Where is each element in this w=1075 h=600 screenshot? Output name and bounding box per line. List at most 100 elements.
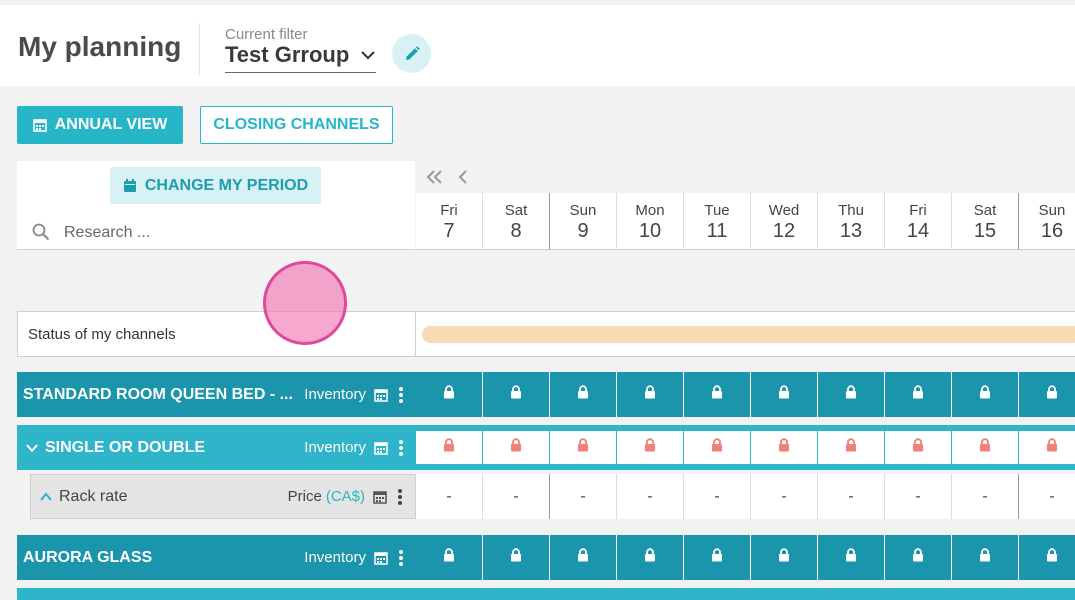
lock-icon: [777, 548, 791, 567]
kebab-menu-icon[interactable]: [397, 488, 403, 506]
day-number: 14: [906, 220, 930, 242]
inventory-cell[interactable]: [617, 535, 684, 580]
day-header: Tue 11: [684, 193, 751, 250]
inventory-cell[interactable]: [483, 431, 549, 464]
touch-indicator: [263, 261, 347, 345]
chevron-up-icon[interactable]: [39, 490, 53, 504]
filter-label: Current filter: [225, 26, 308, 43]
inventory-cell[interactable]: [885, 535, 952, 580]
calendar-icon[interactable]: [374, 441, 388, 455]
room-row-next[interactable]: [17, 588, 416, 600]
inventory-cell[interactable]: [751, 535, 818, 580]
kebab-menu-icon[interactable]: [398, 386, 404, 404]
rate-row-rack[interactable]: Rack rate Price (CA$): [30, 474, 416, 519]
lock-icon: [1045, 385, 1059, 404]
inventory-cell[interactable]: [818, 431, 884, 464]
lock-icon: [576, 548, 590, 567]
inventory-cell[interactable]: [885, 431, 951, 464]
price-value: -: [580, 487, 586, 505]
inventory-cell[interactable]: [617, 431, 683, 464]
price-cell[interactable]: -: [818, 474, 885, 519]
row-kind: Price: [287, 488, 322, 505]
price-cell[interactable]: -: [483, 474, 550, 519]
inventory-cell[interactable]: [550, 372, 617, 417]
price-cell[interactable]: -: [952, 474, 1019, 519]
price-cell[interactable]: -: [751, 474, 818, 519]
price-cell[interactable]: -: [416, 474, 483, 519]
row-kind: Inventory: [304, 386, 366, 403]
inventory-cell[interactable]: [952, 431, 1018, 464]
chevron-left-icon[interactable]: [452, 166, 474, 188]
lock-icon: [710, 385, 724, 404]
row-kind: Inventory: [304, 439, 366, 456]
inventory-cell[interactable]: [818, 535, 885, 580]
price-cell[interactable]: -: [885, 474, 952, 519]
chevron-down-icon[interactable]: [25, 441, 39, 455]
lock-icon: [911, 548, 925, 567]
inventory-cell[interactable]: [1019, 372, 1075, 417]
inventory-cell[interactable]: [416, 372, 483, 417]
inventory-cell[interactable]: [1019, 535, 1075, 580]
price-value: -: [1049, 487, 1055, 505]
inventory-cell[interactable]: [483, 372, 550, 417]
price-value: -: [513, 487, 519, 505]
lock-icon: [844, 438, 858, 457]
calendar-icon[interactable]: [374, 551, 388, 565]
day-name: Tue: [704, 202, 730, 219]
day-number: 16: [1040, 220, 1064, 242]
room-name: STANDARD ROOM QUEEN BED - ...: [23, 385, 293, 403]
price-cell[interactable]: -: [550, 474, 617, 519]
inventory-cell[interactable]: [550, 431, 616, 464]
lock-icon: [442, 438, 456, 457]
lock-icon: [978, 385, 992, 404]
inventory-cell[interactable]: [684, 535, 751, 580]
inventory-cell[interactable]: [952, 372, 1019, 417]
price-cell[interactable]: -: [1019, 474, 1075, 519]
lock-icon: [777, 438, 791, 457]
lock-icon: [442, 385, 456, 404]
price-cell[interactable]: -: [684, 474, 751, 519]
day-header: Sun 16: [1019, 193, 1075, 250]
room-row-aurora-glass[interactable]: AURORA GLASS Inventory: [17, 535, 416, 580]
search-icon: [32, 223, 50, 241]
price-value: -: [915, 487, 921, 505]
inventory-cell[interactable]: [550, 535, 617, 580]
current-filter-select[interactable]: Current filter Test Grroup: [225, 25, 376, 73]
room-row-standard[interactable]: STANDARD ROOM QUEEN BED - ... Inventory: [17, 372, 416, 417]
day-number: 11: [706, 220, 728, 242]
lock-icon: [509, 385, 523, 404]
room-row-single-double[interactable]: SINGLE OR DOUBLE Inventory: [17, 425, 416, 470]
calendar-icon: [32, 119, 47, 132]
closing-channels-button[interactable]: CLOSING CHANNELS: [200, 106, 393, 144]
calendar-icon[interactable]: [374, 388, 388, 402]
inventory-cell[interactable]: [952, 535, 1019, 580]
inventory-cell[interactable]: [1019, 431, 1075, 464]
standard-room-cells: [416, 372, 1075, 417]
inventory-cell[interactable]: [885, 372, 952, 417]
kebab-menu-icon[interactable]: [398, 549, 404, 567]
inventory-cell[interactable]: [416, 535, 483, 580]
annual-view-button[interactable]: ANNUAL VIEW: [17, 106, 183, 144]
search-input[interactable]: [64, 219, 394, 247]
inventory-cell[interactable]: [818, 372, 885, 417]
day-number: 8: [510, 220, 522, 242]
inventory-cell[interactable]: [751, 372, 818, 417]
inventory-cell[interactable]: [416, 431, 482, 464]
change-period-button[interactable]: CHANGE MY PERIOD: [110, 167, 321, 204]
day-header: Sat 8: [483, 193, 550, 250]
lock-icon: [978, 438, 992, 457]
price-cell[interactable]: -: [617, 474, 684, 519]
inventory-cell[interactable]: [684, 431, 750, 464]
kebab-menu-icon[interactable]: [398, 439, 404, 457]
day-number: 13: [839, 220, 863, 242]
inventory-cell[interactable]: [684, 372, 751, 417]
status-bar[interactable]: [422, 326, 1075, 343]
calendar-icon[interactable]: [373, 490, 387, 504]
row-kind: Inventory: [304, 549, 366, 566]
inventory-cell[interactable]: [483, 535, 550, 580]
day-name: Mon: [635, 202, 665, 219]
edit-filter-button[interactable]: [392, 34, 431, 73]
double-chevron-left-icon[interactable]: [424, 166, 446, 188]
inventory-cell[interactable]: [617, 372, 684, 417]
inventory-cell[interactable]: [751, 431, 817, 464]
